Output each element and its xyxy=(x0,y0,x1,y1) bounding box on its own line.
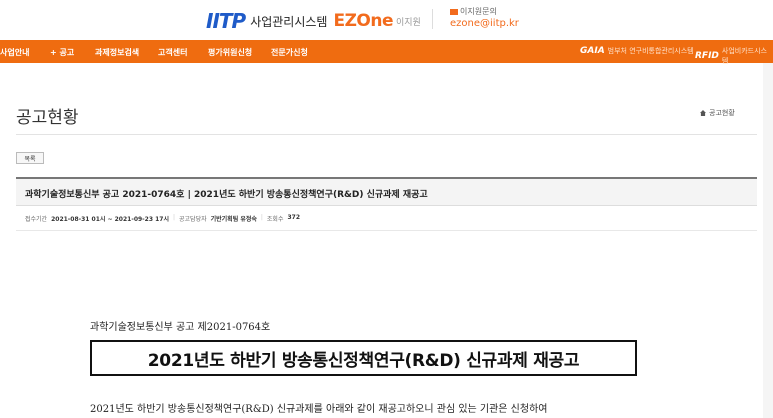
breadcrumb-current: 공고현황 xyxy=(709,109,735,117)
notice-title: 과학기술정보통신부 공고 2021-0764호 | 2021년도 하반기 방송통… xyxy=(25,190,428,200)
mail-icon xyxy=(450,8,458,15)
list-button[interactable]: 목록 xyxy=(16,152,44,164)
nav-item-customer-center[interactable]: 고객센터 xyxy=(158,47,187,58)
meta-separator: | xyxy=(172,214,176,221)
ezone-logo-text: EZOne xyxy=(333,11,393,31)
meta-divider xyxy=(16,230,757,231)
document-paragraph: 2021년도 하반기 방송통신정책연구(R&D) 신규과제를 아래와 같이 재공… xyxy=(90,404,548,415)
document-ministry-line: 과학기술정보통신부 공고 제2021-0764호 xyxy=(90,322,271,333)
notice-meta: 접수기간 2021-08-31 01시 ~ 2021-09-23 17시 | 공… xyxy=(25,214,300,223)
dept-label: 공고담당자 xyxy=(179,216,207,223)
contact-title: 이지원문의 xyxy=(450,6,519,17)
period-label: 접수기간 xyxy=(25,216,48,223)
nav-item-business-info[interactable]: 사업안내 xyxy=(0,47,29,58)
nav-item-announcement[interactable]: + 공고 xyxy=(50,47,74,58)
period-value: 2021-08-31 01시 ~ 2021-09-23 17시 xyxy=(51,216,169,223)
header-divider xyxy=(432,9,433,29)
main-nav: 사업안내 + 공고 과제정보검색 고객센터 평가위원신청 전문가신청 GAIA … xyxy=(0,40,773,66)
home-icon[interactable] xyxy=(700,110,706,116)
gaia-logo: GAIA xyxy=(580,46,605,56)
views-label: 조회수 xyxy=(266,216,284,223)
contact-info[interactable]: 이지원문의 ezone@iitp.kr xyxy=(450,6,519,29)
breadcrumb: 공고현황 xyxy=(700,108,735,118)
system-name: 사업관리시스템 xyxy=(250,14,328,29)
gaia-link[interactable]: GAIA 범부처 연구비통합관리시스템 xyxy=(580,46,694,56)
gaia-text: 범부처 연구비통합관리시스템 xyxy=(607,47,694,55)
rfid-link[interactable]: RFID 사업비카드시스템 xyxy=(695,46,773,66)
scrollbar[interactable] xyxy=(763,63,773,418)
rfid-logo: RFID xyxy=(695,51,719,61)
contact-email[interactable]: ezone@iitp.kr xyxy=(450,18,519,29)
document-headline-box: 2021년도 하반기 방송통신정책연구(R&D) 신규과제 재공고 xyxy=(90,340,637,376)
notice-title-box: 과학기술정보통신부 공고 2021-0764호 | 2021년도 하반기 방송통… xyxy=(16,177,757,206)
site-logo[interactable]: IITP 사업관리시스템 EZOne 이지원 xyxy=(206,9,421,33)
page-title: 공고현황 xyxy=(16,108,79,128)
iitp-logo-text: IITP xyxy=(206,9,246,33)
dept-value: 기반기획팀 유정숙 xyxy=(210,216,257,223)
ezone-sub-text: 이지원 xyxy=(396,17,421,28)
nav-item-evaluator-apply[interactable]: 평가위원신청 xyxy=(208,47,252,58)
title-divider xyxy=(16,134,757,135)
document-headline: 2021년도 하반기 방송통신정책연구(R&D) 신규과제 재공고 xyxy=(147,350,580,371)
contact-title-text: 이지원문의 xyxy=(460,7,497,16)
nav-item-project-search[interactable]: 과제정보검색 xyxy=(95,47,139,58)
nav-item-expert-apply[interactable]: 전문가신청 xyxy=(271,47,308,58)
meta-separator: | xyxy=(260,214,263,221)
top-header: IITP 사업관리시스템 EZOne 이지원 이지원문의 ezone@iitp.… xyxy=(0,0,773,40)
views-value: 372 xyxy=(287,214,300,221)
